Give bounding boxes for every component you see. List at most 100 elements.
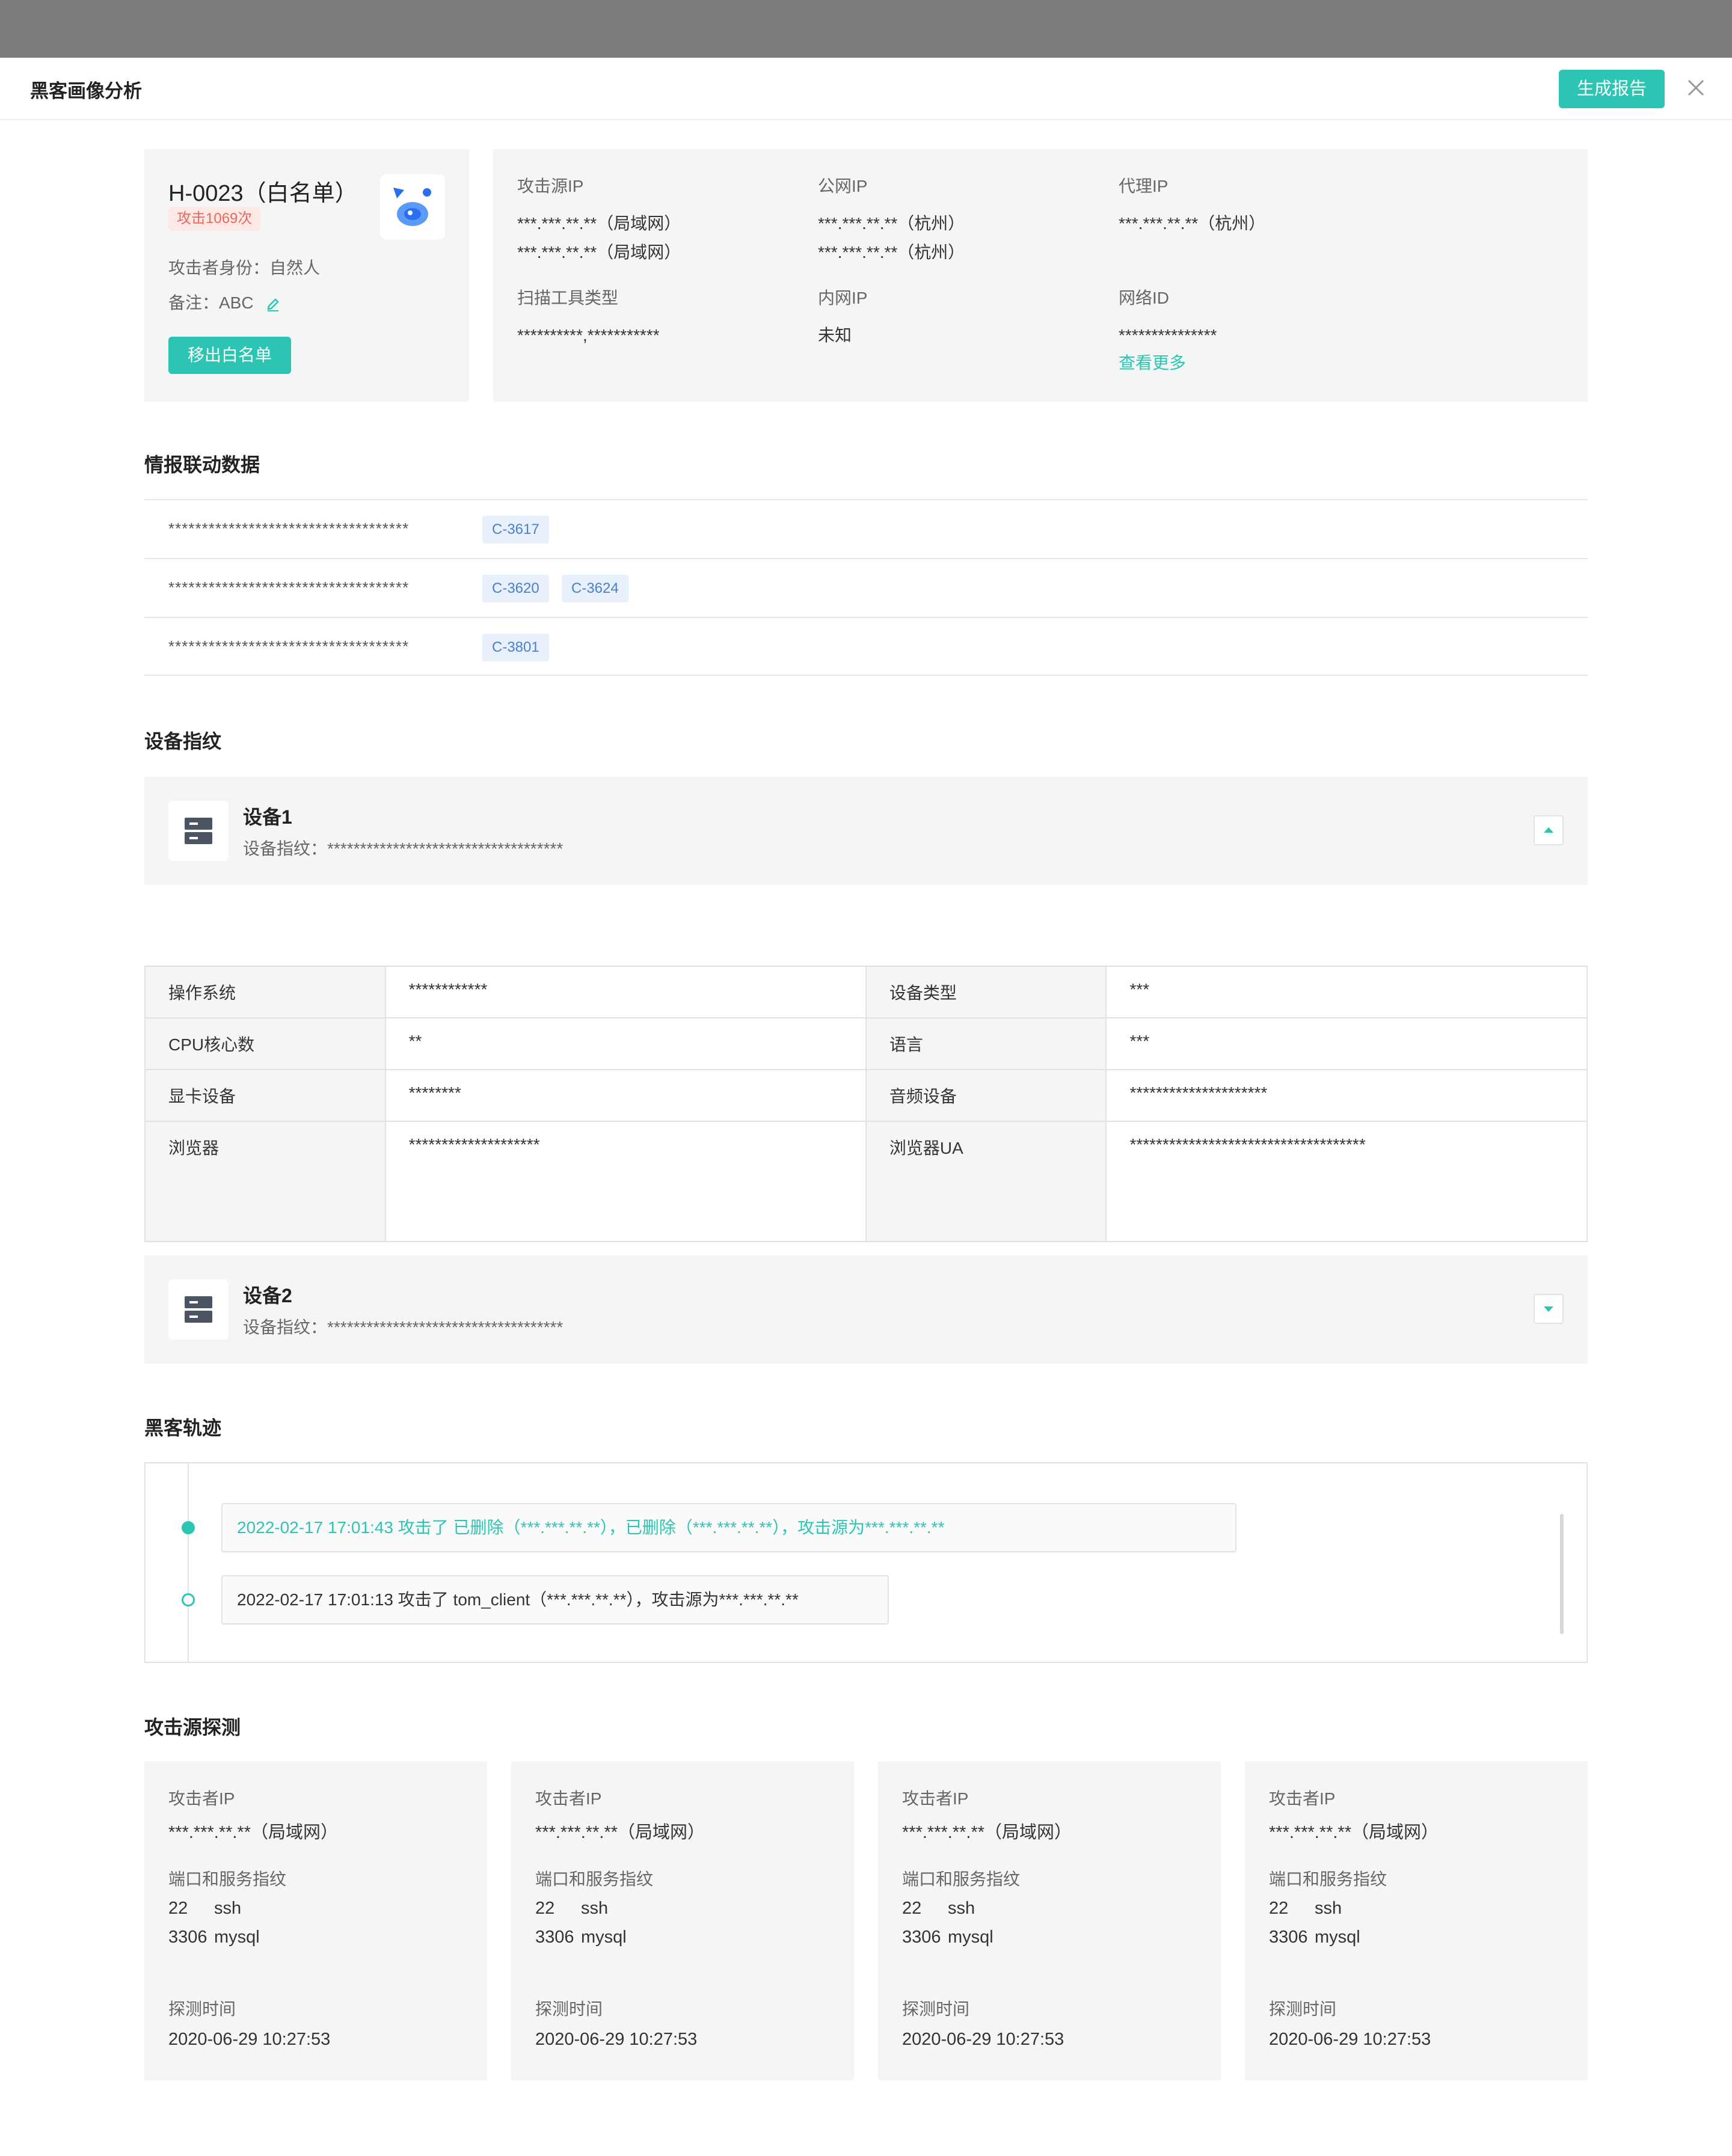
attacker-ip-label: 攻击者IP: [1269, 1789, 1336, 1808]
collapse-button[interactable]: [1534, 815, 1564, 845]
intel-record: ************************************: [168, 578, 410, 596]
network-info-card: 攻击源IP ***.***.**.**（局域网） ***.***.**.**（局…: [493, 149, 1588, 402]
port-number: 22: [168, 1899, 188, 1918]
caret-down-icon: [1544, 1306, 1553, 1312]
gpu-label: 显卡设备: [144, 1069, 386, 1122]
table-row: 浏览器 ******************** 浏览器UA *********…: [144, 1121, 1588, 1242]
device-fingerprint: 设备指纹：***********************************…: [243, 1318, 564, 1337]
scan-section-title: 攻击源探测: [144, 1717, 241, 1738]
public-ip-value: ***.***.**.**（杭州）: [818, 243, 965, 262]
port-number: 3306: [168, 1928, 207, 1947]
scan-time-value: 2020-06-29 10:27:53: [535, 2030, 698, 2049]
port-number: 22: [535, 1899, 555, 1918]
table-row: 显卡设备 ******** 音频设备 *********************: [144, 1069, 1588, 1122]
audio-label: 音频设备: [865, 1069, 1107, 1122]
case-tag[interactable]: C-3624: [562, 575, 628, 602]
table-row: CPU核心数 ** 语言 ***: [144, 1017, 1588, 1070]
list-item: ************************************ C-3…: [144, 499, 1588, 558]
intel-record: ************************************: [168, 637, 410, 655]
hacker-name: H-0023（白名单）: [168, 181, 358, 206]
network-id-label: 网络ID: [1119, 289, 1170, 307]
gpu-value: ********: [384, 1069, 867, 1122]
scrollbar[interactable]: [1560, 1514, 1564, 1634]
intranet-ip-label: 内网IP: [818, 289, 868, 307]
cpu-label: CPU核心数: [144, 1017, 386, 1070]
generate-report-button[interactable]: 生成报告: [1559, 70, 1665, 108]
scan-time-label: 探测时间: [902, 2000, 970, 2018]
source-ip-values: ***.***.**.**（局域网） ***.***.**.**（局域网）: [517, 209, 681, 267]
timeline-event[interactable]: 2022-02-17 17:01:13 攻击了 tom_client（***.*…: [221, 1575, 889, 1625]
port-service: ssh: [214, 1899, 242, 1918]
device-1-header[interactable]: 设备1 设备指纹：*******************************…: [144, 777, 1588, 885]
port-service: ssh: [948, 1899, 975, 1918]
scan-time-value: 2020-06-29 10:27:53: [168, 2030, 331, 2049]
attacker-ip-label: 攻击者IP: [535, 1789, 602, 1808]
proxy-ip-value: ***.***.**.**（杭州）: [1119, 214, 1266, 233]
audio-value: *********************: [1105, 1069, 1588, 1122]
case-tag[interactable]: C-3617: [482, 516, 549, 544]
public-ip-block: 公网IP ***.***.**.**（杭州） ***.***.**.**（杭州）: [818, 173, 965, 267]
expand-button[interactable]: [1534, 1294, 1564, 1324]
cpu-value: **: [384, 1017, 867, 1070]
port-row: 22 ssh: [902, 1899, 975, 1919]
list-item: ************************************ C-3…: [144, 617, 1588, 676]
scan-card: 攻击者IP ***.***.**.**（局域网） 端口和服务指纹 22 ssh 3…: [878, 1762, 1221, 2080]
device-name: 设备2: [243, 1285, 292, 1306]
attacker-ip-value: ***.***.**.**（局域网）: [535, 1823, 705, 1842]
case-tag[interactable]: C-3801: [482, 634, 549, 661]
device-type-value: ***: [1105, 966, 1588, 1018]
intel-record: ************************************: [168, 519, 410, 537]
source-ip-value: ***.***.**.**（局域网）: [517, 214, 681, 233]
scan-time-value: 2020-06-29 10:27:53: [902, 2030, 1064, 2049]
network-id-value: ***************: [1119, 326, 1217, 345]
attacker-ip-label: 攻击者IP: [902, 1789, 969, 1808]
scan-card: 攻击者IP ***.***.**.**（局域网） 端口和服务指纹 22 ssh 3…: [511, 1762, 854, 2080]
os-label: 操作系统: [144, 966, 386, 1018]
language-label: 语言: [865, 1017, 1107, 1070]
hacker-profile-modal: 黑客画像分析 生成报告 H-0023（白名单） 攻击1069次 攻击者身份：自然…: [0, 58, 1732, 2156]
device-detail-table: 操作系统 ************ 设备类型 *** CPU核心数 ** 语言 …: [144, 966, 1588, 1242]
public-ip-value: ***.***.**.**（杭州）: [818, 214, 965, 233]
scan-card: 攻击者IP ***.***.**.**（局域网） 端口和服务指纹 22 ssh 3…: [1245, 1762, 1588, 2080]
proxy-ip-values: ***.***.**.**（杭州）: [1119, 209, 1265, 238]
port-number: 3306: [902, 1928, 941, 1947]
proxy-ip-block: 代理IP ***.***.**.**（杭州）: [1119, 173, 1265, 238]
ports-label: 端口和服务指纹: [902, 1870, 1021, 1888]
browser-label: 浏览器: [144, 1121, 386, 1242]
source-ip-block: 攻击源IP ***.***.**.**（局域网） ***.***.**.**（局…: [517, 173, 681, 267]
device-2-header[interactable]: 设备2 设备指纹：*******************************…: [144, 1255, 1588, 1364]
server-icon: [168, 1279, 229, 1340]
os-value: ************: [384, 966, 867, 1018]
timeline-event[interactable]: 2022-02-17 17:01:43 攻击了 已删除（***.***.**.*…: [221, 1503, 1236, 1552]
port-number: 22: [1269, 1899, 1289, 1918]
scan-tool-value: **********,***********: [517, 326, 660, 345]
public-ip-label: 公网IP: [818, 177, 868, 195]
server-icon: [168, 801, 229, 861]
edit-icon[interactable]: [265, 296, 281, 312]
table-row: 操作系统 ************ 设备类型 ***: [144, 966, 1588, 1018]
close-icon[interactable]: [1684, 76, 1708, 100]
scan-time-value: 2020-06-29 10:27:53: [1269, 2030, 1431, 2049]
attacker-ip-value: ***.***.**.**（局域网）: [168, 1823, 339, 1842]
port-service: ssh: [1315, 1899, 1342, 1918]
list-item: ************************************ C-3…: [144, 558, 1588, 617]
view-more-link[interactable]: 查看更多: [1119, 350, 1217, 374]
timeline-dot-active: [182, 1521, 195, 1534]
port-service: mysql: [214, 1928, 260, 1947]
profile-card: H-0023（白名单） 攻击1069次 攻击者身份：自然人 备注：ABC 移出白…: [144, 149, 469, 402]
attack-count-badge: 攻击1069次: [168, 207, 261, 231]
source-ip-value: ***.***.**.**（局域网）: [517, 243, 681, 262]
port-service: mysql: [1315, 1928, 1360, 1947]
port-row: 3306 mysql: [1269, 1928, 1360, 1947]
port-row: 3306 mysql: [902, 1928, 993, 1947]
intel-section-title: 情报联动数据: [144, 454, 260, 476]
ua-label: 浏览器UA: [865, 1121, 1107, 1242]
scan-time-label: 探测时间: [168, 2000, 236, 2018]
remove-from-whitelist-button[interactable]: 移出白名单: [168, 337, 291, 374]
public-ip-values: ***.***.**.**（杭州） ***.***.**.**（杭州）: [818, 209, 965, 267]
scan-card: 攻击者IP ***.***.**.**（局域网） 端口和服务指纹 22 ssh 3…: [144, 1762, 487, 2080]
port-number: 22: [902, 1899, 922, 1918]
avatar: [380, 174, 445, 239]
case-tag[interactable]: C-3620: [482, 575, 549, 602]
caret-up-icon: [1544, 827, 1553, 833]
